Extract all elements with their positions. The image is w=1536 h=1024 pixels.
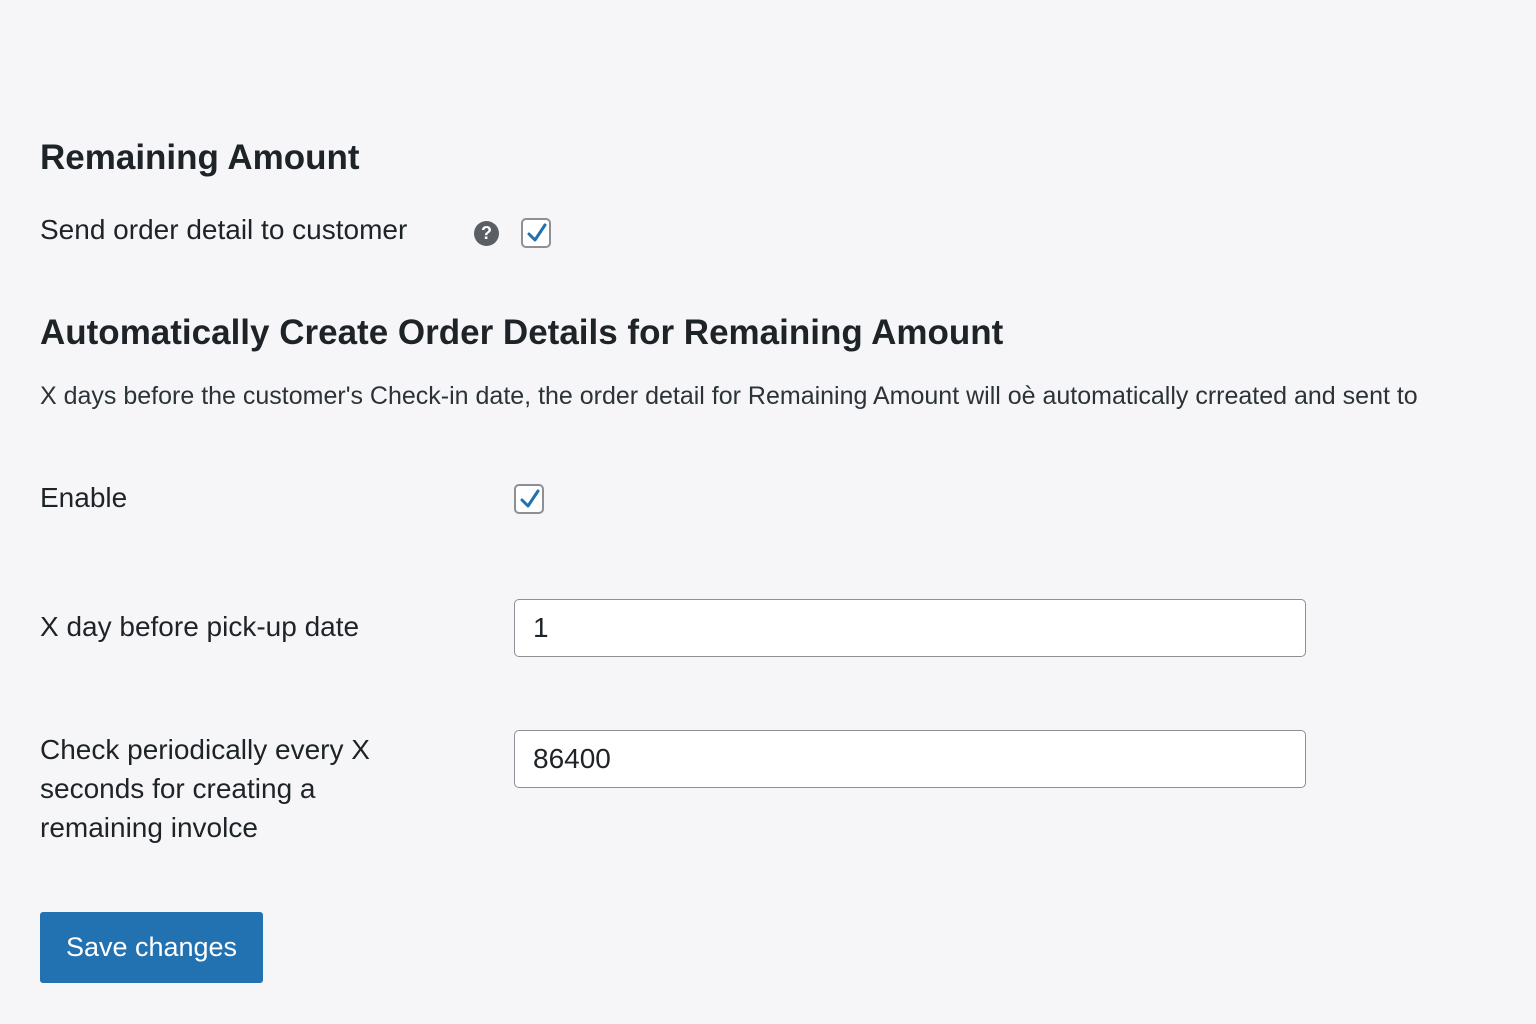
enable-checkbox[interactable] bbox=[514, 484, 544, 514]
checkmark-icon bbox=[527, 223, 547, 242]
check-interval-label-line: Check periodically every X bbox=[40, 734, 370, 765]
enable-label: Enable bbox=[40, 482, 128, 513]
auto-create-heading: Automatically Create Order Details for R… bbox=[40, 313, 1004, 352]
check-interval-label: Check periodically every X seconds for c… bbox=[40, 730, 370, 847]
send-order-detail-checkbox[interactable] bbox=[521, 218, 551, 248]
help-icon[interactable]: ? bbox=[474, 221, 499, 246]
check-interval-input[interactable] bbox=[514, 730, 1306, 788]
save-changes-button[interactable]: Save changes bbox=[40, 912, 263, 983]
check-interval-label-line: remaining involce bbox=[40, 812, 258, 843]
checkmark-icon bbox=[520, 489, 540, 508]
remaining-amount-heading: Remaining Amount bbox=[40, 138, 360, 177]
check-interval-label-line: seconds for creating a bbox=[40, 773, 316, 804]
days-before-label: X day before pick-up date bbox=[40, 611, 360, 642]
days-before-input[interactable] bbox=[514, 599, 1306, 657]
auto-create-description: X days before the customer's Check-in da… bbox=[40, 382, 1418, 410]
send-order-detail-label: Send order detail to customer bbox=[40, 214, 408, 245]
settings-page: Remaining Amount Send order detail to cu… bbox=[0, 0, 1536, 1024]
